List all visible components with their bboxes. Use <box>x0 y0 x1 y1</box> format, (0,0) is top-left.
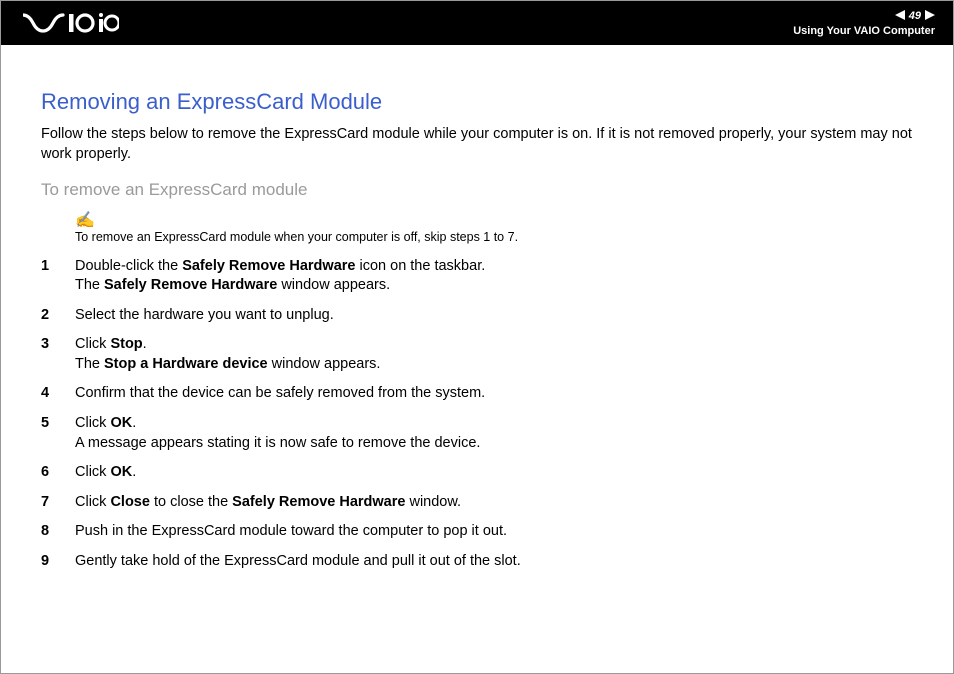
note-icon: ✍ <box>75 213 95 229</box>
next-page-arrow-icon[interactable] <box>925 10 935 23</box>
step-text: Click <box>75 336 110 352</box>
step-bold: Stop <box>110 336 142 352</box>
step-text: . <box>132 415 136 431</box>
section-label: Using Your VAIO Computer <box>793 25 935 37</box>
step-item: 6Click OK. <box>41 463 913 483</box>
step-number: 3 <box>41 335 75 355</box>
step-item: 3Click Stop. The Stop a Hardware device w… <box>41 335 913 374</box>
step-body: Select the hardware you want to unplug. <box>75 306 913 326</box>
page-number: 49 <box>909 10 921 22</box>
step-text: icon on the taskbar. <box>355 258 485 274</box>
step-text: Gently take hold of the ExpressCard modu… <box>75 553 521 569</box>
vaio-logo-svg <box>23 13 119 33</box>
step-item: 1Double-click the Safely Remove Hardware… <box>41 257 913 296</box>
page-content: Removing an ExpressCard Module Follow th… <box>1 45 953 571</box>
step-text: Confirm that the device can be safely re… <box>75 385 485 401</box>
step-text: The <box>75 356 104 372</box>
header-right: 49 Using Your VAIO Computer <box>793 10 935 37</box>
step-bold: Close <box>110 494 150 510</box>
step-item: 2Select the hardware you want to unplug. <box>41 306 913 326</box>
step-bold: Safely Remove Hardware <box>104 277 277 293</box>
step-text: window appears. <box>277 277 390 293</box>
step-text: Click <box>75 464 110 480</box>
step-body: Click Close to close the Safely Remove H… <box>75 493 913 513</box>
step-body: Gently take hold of the ExpressCard modu… <box>75 552 913 572</box>
step-number: 7 <box>41 493 75 513</box>
step-text: Double-click the <box>75 258 182 274</box>
step-text: to close the <box>150 494 232 510</box>
step-number: 8 <box>41 522 75 542</box>
step-body: Click Stop. The Stop a Hardware device wi… <box>75 335 913 374</box>
step-number: 1 <box>41 257 75 277</box>
step-bold: OK <box>110 415 132 431</box>
note-block: ✍ To remove an ExpressCard module when y… <box>75 214 913 247</box>
step-text: . <box>143 336 147 352</box>
step-text: window appears. <box>268 356 381 372</box>
step-text: Push in the ExpressCard module toward th… <box>75 523 507 539</box>
step-number: 5 <box>41 414 75 434</box>
step-item: 7Click Close to close the Safely Remove … <box>41 493 913 513</box>
section-subtitle: To remove an ExpressCard module <box>41 180 913 200</box>
step-body: Double-click the Safely Remove Hardware … <box>75 257 913 296</box>
step-body: Push in the ExpressCard module toward th… <box>75 522 913 542</box>
steps-list: 1Double-click the Safely Remove Hardware… <box>41 257 913 572</box>
page-nav: 49 <box>895 10 935 23</box>
step-text: window. <box>405 494 461 510</box>
step-number: 4 <box>41 384 75 404</box>
page-title: Removing an ExpressCard Module <box>41 89 913 115</box>
step-text: Select the hardware you want to unplug. <box>75 307 334 323</box>
step-text: A message appears stating it is now safe… <box>75 435 480 451</box>
page-header: 49 Using Your VAIO Computer <box>1 1 953 45</box>
step-text: The <box>75 277 104 293</box>
vaio-logo <box>23 13 119 33</box>
step-number: 9 <box>41 552 75 572</box>
step-item: 9Gently take hold of the ExpressCard mod… <box>41 552 913 572</box>
step-text: Click <box>75 415 110 431</box>
step-body: Click OK. <box>75 463 913 483</box>
step-item: 5Click OK. A message appears stating it i… <box>41 414 913 453</box>
step-bold: OK <box>110 464 132 480</box>
step-body: Click OK. A message appears stating it is… <box>75 414 913 453</box>
step-bold: Safely Remove Hardware <box>232 494 405 510</box>
step-bold: Stop a Hardware device <box>104 356 268 372</box>
step-item: 4Confirm that the device can be safely r… <box>41 384 913 404</box>
prev-page-arrow-icon[interactable] <box>895 10 905 23</box>
step-bold: Safely Remove Hardware <box>182 258 355 274</box>
step-item: 8Push in the ExpressCard module toward t… <box>41 522 913 542</box>
note-text: To remove an ExpressCard module when you… <box>75 229 913 247</box>
step-number: 6 <box>41 463 75 483</box>
step-number: 2 <box>41 306 75 326</box>
step-text: . <box>132 464 136 480</box>
intro-paragraph: Follow the steps below to remove the Exp… <box>41 125 913 164</box>
step-body: Confirm that the device can be safely re… <box>75 384 913 404</box>
step-text: Click <box>75 494 110 510</box>
